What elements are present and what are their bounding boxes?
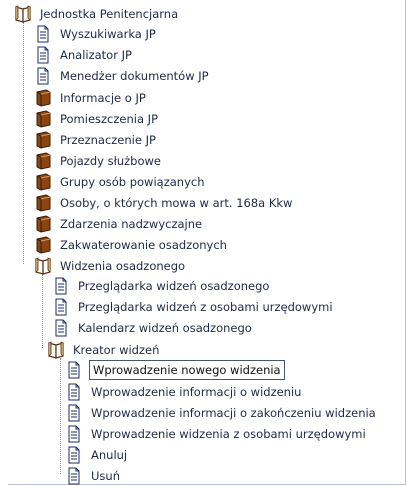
tree-node-przegladarka-widzen-urzedowych[interactable]: Przeglądarka widzeń z osobami urzędowymi xyxy=(52,297,335,317)
tree-node-label: Wprowadzenie nowego widzenia xyxy=(89,360,285,380)
closed-book-icon xyxy=(36,173,51,191)
tree-node-label: Grupy osób powiązanych xyxy=(60,175,205,189)
tree-node-menedzer-dokumentow-jp[interactable]: Menedżer dokumentów JP xyxy=(34,66,211,86)
document-page-icon xyxy=(68,425,80,443)
tree-node-label: Przeglądarka widzeń z osobami urzędowymi xyxy=(78,300,333,314)
tree-node-label: Osoby, o których mowa w art. 168a Kkw xyxy=(60,196,293,210)
document-page-icon xyxy=(68,383,80,401)
tree-node-wprowadzenie-informacji-o-zakonczeniu[interactable]: Wprowadzenie informacji o zakończeniu wi… xyxy=(65,403,378,423)
tree-node-grupy-osob-powiazanych[interactable]: Grupy osób powiązanych xyxy=(34,172,206,192)
tree-node-kreator-widzen[interactable]: Kreator widzeń xyxy=(47,340,161,360)
tree-node-label: Informacje o JP xyxy=(60,91,146,105)
tree-connector-creator xyxy=(60,358,61,474)
tree-node-przeznaczenie-jp[interactable]: Przeznaczenie JP xyxy=(34,130,158,150)
tree-node-label: Menedżer dokumentów JP xyxy=(60,69,209,83)
tree-node-wprowadzenie-nowego-widzenia[interactable]: Wprowadzenie nowego widzenia xyxy=(65,360,285,380)
tree-node-wprowadzenie-widzenia-z-osobami[interactable]: Wprowadzenie widzenia z osobami urzędowy… xyxy=(65,424,368,444)
tree-node-label: Analizator JP xyxy=(60,48,132,62)
tree-node-label: Przeglądarka widzeń osadzonego xyxy=(78,279,270,293)
document-page-icon xyxy=(68,361,80,379)
tree-node-wyszukiwarka-jp[interactable]: Wyszukiwarka JP xyxy=(34,24,158,44)
tree-node-zakwaterowanie-osadzonych[interactable]: Zakwaterowanie osadzonych xyxy=(34,235,229,255)
tree-node-usun[interactable]: Usuń xyxy=(65,466,122,486)
tree-node-pojazdy-sluzbowe[interactable]: Pojazdy służbowe xyxy=(34,151,163,171)
tree-node-wprowadzenie-informacji-o-widzeniu[interactable]: Wprowadzenie informacji o widzeniu xyxy=(65,382,303,402)
document-page-icon xyxy=(55,319,67,337)
tree-node-label: Usuń xyxy=(91,469,120,483)
tree-node-informacje-o-jp[interactable]: Informacje o JP xyxy=(34,88,148,108)
tree-node-label: Wyszukiwarka JP xyxy=(60,27,156,41)
tree-node-label: Zakwaterowanie osadzonych xyxy=(60,238,227,252)
tree-node-label: Wprowadzenie widzenia z osobami urzędowy… xyxy=(91,427,366,441)
open-book-icon xyxy=(48,341,64,359)
navigation-tree: Jednostka Penitencjarna Wyszukiwarka JP … xyxy=(0,0,414,485)
tree-node-label: Pomieszczenia JP xyxy=(60,112,159,126)
document-page-icon xyxy=(68,446,80,464)
document-page-icon xyxy=(55,298,67,316)
tree-node-label: Zdarzenia nadzwyczajne xyxy=(60,217,203,231)
tree-node-label: Anuluj xyxy=(91,448,128,462)
document-page-icon xyxy=(68,404,80,422)
tree-node-label: Kreator widzeń xyxy=(73,343,160,357)
tree-node-label: Jednostka Penitencjarna xyxy=(40,7,179,21)
closed-book-icon xyxy=(36,131,51,149)
tree-node-analizator-jp[interactable]: Analizator JP xyxy=(34,45,134,65)
tree-node-kalendarz-widzen[interactable]: Kalendarz widzeń osadzonego xyxy=(52,318,254,338)
tree-connector-root xyxy=(23,22,24,264)
closed-book-icon xyxy=(36,152,51,170)
closed-book-icon xyxy=(36,215,51,233)
closed-book-icon xyxy=(36,89,51,107)
tree-node-jednostka-penitencjarna[interactable]: Jednostka Penitencjarna xyxy=(14,4,180,24)
document-page-icon xyxy=(68,467,80,485)
tree-node-widzenia-osadzonego[interactable]: Widzenia osadzonego xyxy=(34,256,187,276)
closed-book-icon xyxy=(36,110,51,128)
document-page-icon xyxy=(37,25,49,43)
closed-book-icon xyxy=(36,236,51,254)
open-book-icon xyxy=(15,5,31,23)
tree-node-przegladarka-widzen-osadzonego[interactable]: Przeglądarka widzeń osadzonego xyxy=(52,276,271,296)
tree-node-label: Przeznaczenie JP xyxy=(60,133,156,147)
document-page-icon xyxy=(37,46,49,64)
tree-node-label: Wprowadzenie informacji o zakończeniu wi… xyxy=(91,406,376,420)
tree-node-label: Kalendarz widzeń osadzonego xyxy=(78,321,252,335)
document-page-icon xyxy=(37,67,49,85)
tree-node-osoby-art-168a[interactable]: Osoby, o których mowa w art. 168a Kkw xyxy=(34,193,294,213)
tree-node-zdarzenia-nadzwyczajne[interactable]: Zdarzenia nadzwyczajne xyxy=(34,214,204,234)
open-book-icon xyxy=(35,257,51,275)
tree-node-pomieszczenia-jp[interactable]: Pomieszczenia JP xyxy=(34,109,160,129)
tree-node-label: Wprowadzenie informacji o widzeniu xyxy=(91,385,302,399)
tree-node-anuluj[interactable]: Anuluj xyxy=(65,445,129,465)
document-page-icon xyxy=(55,277,67,295)
tree-node-label: Pojazdy służbowe xyxy=(60,154,162,168)
tree-node-label: Widzenia osadzonego xyxy=(60,259,186,273)
closed-book-icon xyxy=(36,194,51,212)
tree-connector-visits xyxy=(42,274,43,348)
